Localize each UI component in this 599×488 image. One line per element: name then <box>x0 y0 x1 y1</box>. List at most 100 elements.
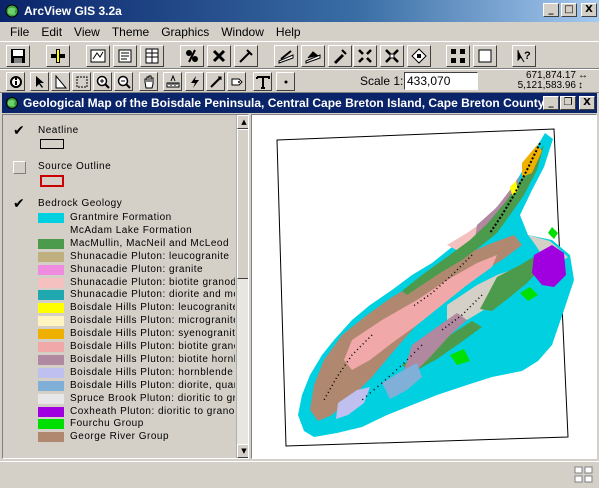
open-attributes-table-icon <box>145 48 159 64</box>
tool-bar: Scale 1: 433,070 671,874.17 5,121,583.96… <box>0 69 599 93</box>
vertical-arrow-icon: ↕ <box>578 80 583 91</box>
zoom-to-selected-button[interactable] <box>407 45 431 67</box>
draw-point-tool[interactable] <box>276 72 295 91</box>
minimize-button[interactable]: _ <box>543 3 559 17</box>
zoom-out-icon <box>117 75 131 89</box>
maximize-button[interactable]: □ <box>561 3 577 17</box>
select-by-theme-icon <box>451 49 465 63</box>
arcview-globe-icon <box>4 3 20 19</box>
legend-label: Coxheath Pluton: dioritic to granodiorit… <box>70 405 235 417</box>
legend-swatch <box>38 277 64 288</box>
draw-point-icon <box>284 80 287 83</box>
legend-swatch <box>38 432 64 443</box>
select-feature-tool[interactable] <box>72 72 91 91</box>
scroll-up-arrow-icon[interactable]: ▲ <box>237 115 248 129</box>
locate-address-button[interactable] <box>207 45 231 67</box>
zoom-out-tool[interactable] <box>114 72 133 91</box>
theme-name-neatline[interactable]: Neatline <box>38 125 79 136</box>
view-title-bar[interactable]: Geological Map of the Boisdale Peninsula… <box>2 93 597 113</box>
theme-checkbox-bedrock-geology[interactable]: ✔ <box>13 197 26 211</box>
map-display[interactable] <box>251 114 597 459</box>
legend-swatch <box>38 406 64 417</box>
scale-input[interactable]: 433,070 <box>404 72 478 90</box>
clear-selection-button[interactable] <box>473 45 497 67</box>
zoom-to-full-extent-button[interactable] <box>353 45 377 67</box>
legend-label: Boisdale Hills Pluton: biotite granodior… <box>70 341 235 352</box>
measure-tool[interactable] <box>163 72 182 91</box>
resize-grip-icon[interactable] <box>571 463 597 485</box>
zoom-to-full-extent-icon <box>358 49 372 63</box>
add-theme-button[interactable] <box>46 45 70 67</box>
create-table-icon <box>334 49 347 64</box>
edit-legend-icon <box>118 49 132 63</box>
chart-icon <box>278 50 294 64</box>
view-close-button[interactable]: X <box>579 96 595 110</box>
legend-swatch <box>38 419 64 430</box>
menu-theme[interactable]: Theme <box>106 25 155 39</box>
zoom-in-tool[interactable] <box>93 72 112 91</box>
menu-bar: File Edit View Theme Graphics Window Hel… <box>0 22 599 41</box>
view-minimize-button[interactable]: _ <box>543 96 559 110</box>
coord-y: 5,121,583.96 <box>517 80 576 91</box>
pan-tool[interactable] <box>139 72 158 91</box>
menu-help[interactable]: Help <box>270 25 307 39</box>
legend-label: Shunacadie Pluton: granite <box>70 263 204 275</box>
create-table-button[interactable] <box>328 45 352 67</box>
area-of-interest-tool[interactable] <box>206 72 225 91</box>
layout-button[interactable] <box>301 45 325 67</box>
help-button[interactable]: ? <box>512 45 536 67</box>
theme-checkbox-neatline[interactable]: ✔ <box>13 124 26 138</box>
hot-link-button[interactable] <box>234 45 258 67</box>
theme-properties-button[interactable] <box>86 45 110 67</box>
zoom-to-selected-icon <box>411 48 427 64</box>
open-attributes-table-button[interactable] <box>140 45 164 67</box>
scale-label: Scale 1: <box>360 74 404 88</box>
view-title: Geological Map of the Boisdale Peninsula… <box>23 96 547 110</box>
query-builder-icon <box>186 49 198 63</box>
legend-label: Boisdale Hills Pluton: microgranite <box>70 315 235 327</box>
pointer-tool[interactable] <box>30 72 49 91</box>
legend-label: Boisdale Hills Pluton: diorite, quartz d… <box>70 379 235 391</box>
zoom-to-active-themes-icon <box>385 49 399 63</box>
app-title-bar[interactable]: ArcView GIS 3.2a _ □ X <box>0 0 599 22</box>
identify-icon <box>9 75 22 88</box>
theme-properties-icon <box>90 49 106 63</box>
close-button[interactable]: X <box>581 3 597 17</box>
hot-link-tool-icon <box>190 75 199 88</box>
menu-view[interactable]: View <box>68 25 106 39</box>
save-button[interactable] <box>6 45 30 67</box>
theme-name-source-outline[interactable]: Source Outline <box>38 161 111 172</box>
chart-button[interactable] <box>274 45 298 67</box>
scroll-down-arrow-icon[interactable]: ▼ <box>237 444 248 458</box>
fourchu-group-area-3 <box>548 227 558 239</box>
scroll-thumb[interactable] <box>237 129 248 279</box>
label-tool[interactable] <box>227 72 246 91</box>
select-by-theme-button[interactable] <box>446 45 470 67</box>
hot-link-tool[interactable] <box>185 72 204 91</box>
status-bar <box>0 461 599 487</box>
identify-tool[interactable] <box>6 72 25 91</box>
menu-edit[interactable]: Edit <box>35 25 68 39</box>
theme-checkbox-source-outline[interactable]: ✔ <box>13 161 26 174</box>
menu-window[interactable]: Window <box>215 25 270 39</box>
label-icon <box>231 78 243 85</box>
area-of-interest-icon <box>209 75 222 88</box>
hot-link-icon <box>239 49 253 63</box>
geology-map[interactable] <box>252 115 596 458</box>
zoom-to-active-themes-button[interactable] <box>380 45 404 67</box>
menu-graphics[interactable]: Graphics <box>155 25 215 39</box>
view-restore-button[interactable]: ❐ <box>560 96 576 110</box>
app-title: ArcView GIS 3.2a <box>24 4 122 18</box>
text-tool[interactable] <box>253 72 272 91</box>
add-theme-icon <box>51 49 65 63</box>
query-builder-button[interactable] <box>180 45 204 67</box>
theme-name-bedrock-geology[interactable]: Bedrock Geology <box>38 198 122 209</box>
vertex-edit-tool[interactable] <box>51 72 70 91</box>
toc-scrollbar[interactable]: ▲ ▼ <box>236 115 248 458</box>
legend-label: George River Group <box>70 431 170 443</box>
view-globe-icon <box>5 96 19 110</box>
legend-label: Shunacadie Pluton: biotite granodiorite <box>70 276 235 288</box>
edit-legend-button[interactable] <box>113 45 137 67</box>
menu-file[interactable]: File <box>4 25 35 39</box>
vertex-edit-icon <box>55 74 67 88</box>
